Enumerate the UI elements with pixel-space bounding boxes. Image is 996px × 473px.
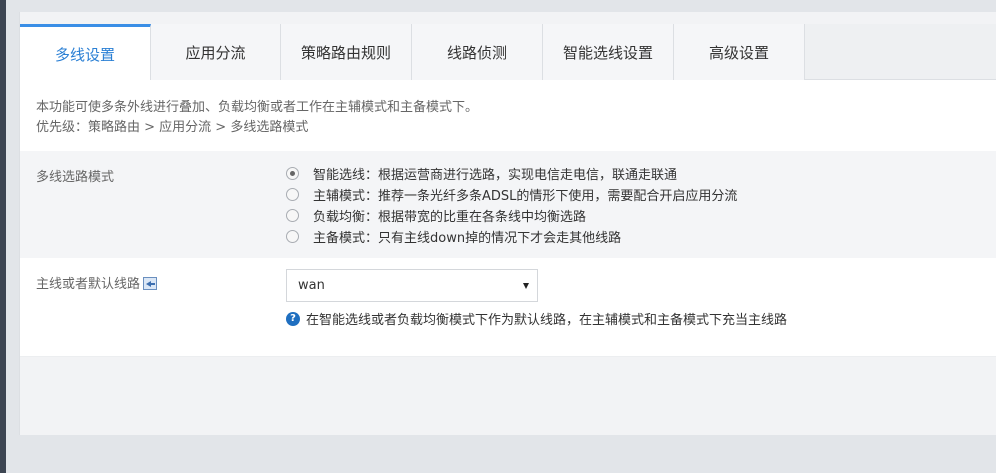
hint-text: 在智能选线或者负载均衡模式下作为默认线路，在主辅模式和主备模式下充当主线路 [306,313,788,328]
radio-button[interactable] [286,230,299,243]
radio-label: 主辅模式：推荐一条光纤多条ADSL的情形下使用，需要配合开启应用分流 [313,189,738,204]
radio-primary-auxiliary[interactable]: 主辅模式：推荐一条光纤多条ADSL的情形下使用，需要配合开启应用分流 [286,184,737,205]
radio-button-checked[interactable] [286,167,299,180]
default-line-select[interactable]: wan [286,269,538,302]
tab-multiline-settings[interactable]: 多线设置 [20,24,151,81]
default-line-label-wrap: 主线或者默认线路 [36,273,158,292]
mode-label: 多线选路模式 [36,170,115,185]
tab-bar: 多线设置 应用分流 策略路由规则 线路侦测 智能选线设置 高级设置 [20,24,996,81]
radio-load-balance[interactable]: 负载均衡：根据带宽的比重在各条线中均衡选路 [286,205,737,226]
help-icon: ? [286,311,300,326]
settings-panel: 多线设置 应用分流 策略路由规则 线路侦测 智能选线设置 高级设置 本功能可使多… [19,12,996,435]
tab-smart-line-settings[interactable]: 智能选线设置 [543,24,674,80]
radio-button[interactable] [286,209,299,222]
description-line-1: 本功能可使多条外线进行叠加、负载均衡或者工作在主辅模式和主备模式下。 [36,100,479,115]
back-arrow-icon[interactable] [143,277,158,290]
radio-label: 智能选线：根据运营商进行选路，实现电信走电信，联通走联通 [313,168,678,183]
radio-label: 负载均衡：根据带宽的比重在各条线中均衡选路 [313,210,587,225]
mode-row: 多线选路模式 智能选线：根据运营商进行选路，实现电信走电信，联通走联通 主辅模式… [20,151,996,258]
tab-content: 本功能可使多条外线进行叠加、负载均衡或者工作在主辅模式和主备模式下。 优先级：策… [20,80,996,357]
tab-advanced-settings[interactable]: 高级设置 [674,24,805,80]
radio-primary-backup[interactable]: 主备模式：只有主线down掉的情况下才会走其他线路 [286,226,737,247]
select-value: wan [298,278,325,293]
radio-label: 主备模式：只有主线down掉的情况下才会走其他线路 [313,231,622,246]
default-line-label: 主线或者默认线路 [36,277,141,292]
left-sidebar-strip [0,0,6,473]
default-line-hint: ? 在智能选线或者负载均衡模式下作为默认线路，在主辅模式和主备模式下充当主线路 [286,309,787,328]
description-priority: 优先级：策略路由 > 应用分流 > 多线选路模式 [36,120,309,135]
radio-smart-select[interactable]: 智能选线：根据运营商进行选路，实现电信走电信，联通走联通 [286,163,737,184]
tab-app-split[interactable]: 应用分流 [151,24,281,80]
default-line-row: 主线或者默认线路 wan ? 在智能选线或者负载均衡模式下作为默认线路，在主辅模… [20,258,996,357]
mode-radio-group: 智能选线：根据运营商进行选路，实现电信走电信，联通走联通 主辅模式：推荐一条光纤… [286,163,737,247]
description: 本功能可使多条外线进行叠加、负载均衡或者工作在主辅模式和主备模式下。 优先级：策… [36,98,478,138]
tab-policy-routing-rules[interactable]: 策略路由规则 [281,24,412,80]
tab-line-detection[interactable]: 线路侦测 [412,24,543,80]
radio-button[interactable] [286,188,299,201]
chevron-down-icon [523,283,529,289]
